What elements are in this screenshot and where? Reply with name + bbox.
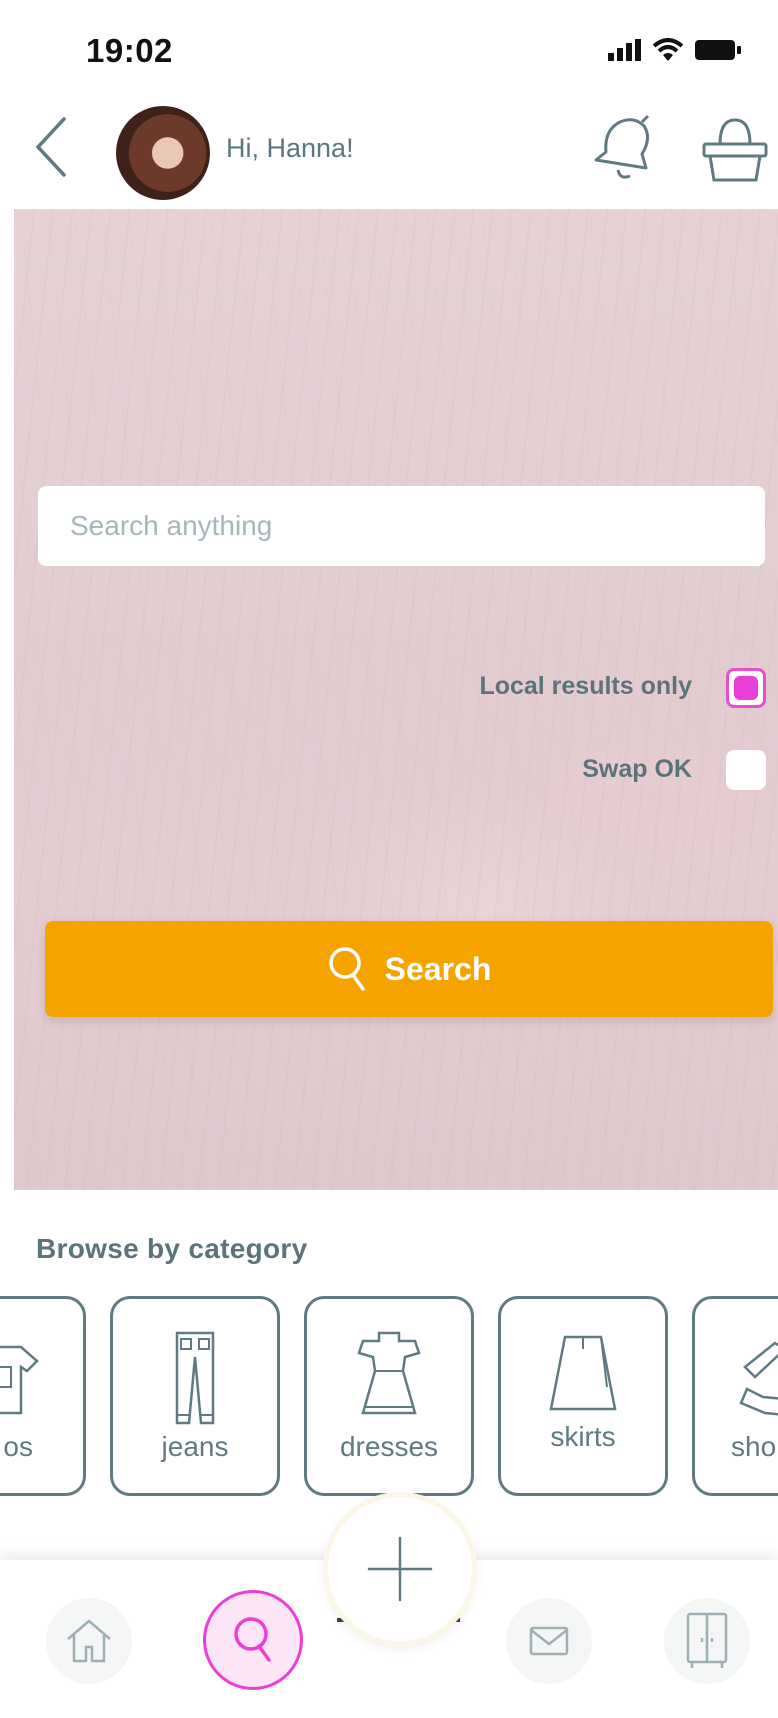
add-listing-button[interactable] [328,1497,472,1641]
mail-icon [529,1626,569,1656]
back-button[interactable] [30,115,74,179]
greeting-text: Hi, Hanna! [226,133,354,163]
checkbox-checked-indicator [734,676,758,700]
basket-icon [702,118,768,182]
chevron-left-icon [35,117,66,177]
category-carousel[interactable]: os jeans dresses skirts sho [0,1296,778,1498]
category-label: jeans [161,1431,229,1462]
local-results-checkbox[interactable] [726,668,766,708]
bell-icon [594,114,650,179]
search-button[interactable]: Search [45,921,773,1017]
wifi-icon [652,38,684,61]
cart-button[interactable] [700,112,770,186]
category-skirts[interactable]: skirts [498,1296,668,1496]
nav-closet-button[interactable] [664,1598,750,1684]
category-shoes[interactable]: sho [692,1296,778,1496]
shoes-icon [739,1341,778,1416]
local-results-label: Local results only [479,672,692,700]
tops-icon [0,1345,39,1415]
nav-home-button[interactable] [46,1598,132,1684]
category-label: dresses [339,1431,439,1462]
notifications-button[interactable] [590,112,656,186]
avatar[interactable] [116,106,210,200]
search-icon [328,947,365,991]
wardrobe-icon [686,1612,728,1668]
category-jeans[interactable]: jeans [110,1296,280,1496]
swap-ok-label: Swap OK [582,755,692,783]
battery-icon [695,40,741,60]
plus-icon [367,1536,433,1602]
category-label: os [3,1431,33,1462]
search-button-label: Search [384,950,492,987]
category-label: sho [731,1431,777,1462]
skirt-icon [549,1335,617,1411]
category-tops[interactable]: os [0,1296,86,1496]
category-label: skirts [550,1421,616,1452]
jeans-icon [175,1331,215,1425]
search-input[interactable] [38,486,765,566]
nav-messages-button[interactable] [506,1598,592,1684]
status-time: 19:02 [86,32,173,69]
search-icon [234,1617,271,1662]
nav-search-button[interactable] [203,1590,303,1690]
browse-category-title: Browse by category [36,1233,308,1264]
category-dresses[interactable]: dresses [304,1296,474,1496]
swap-ok-checkbox[interactable] [726,750,766,790]
dress-icon [357,1331,421,1415]
home-icon [67,1619,111,1663]
status-icons [608,38,742,62]
signal-icon [608,39,641,61]
